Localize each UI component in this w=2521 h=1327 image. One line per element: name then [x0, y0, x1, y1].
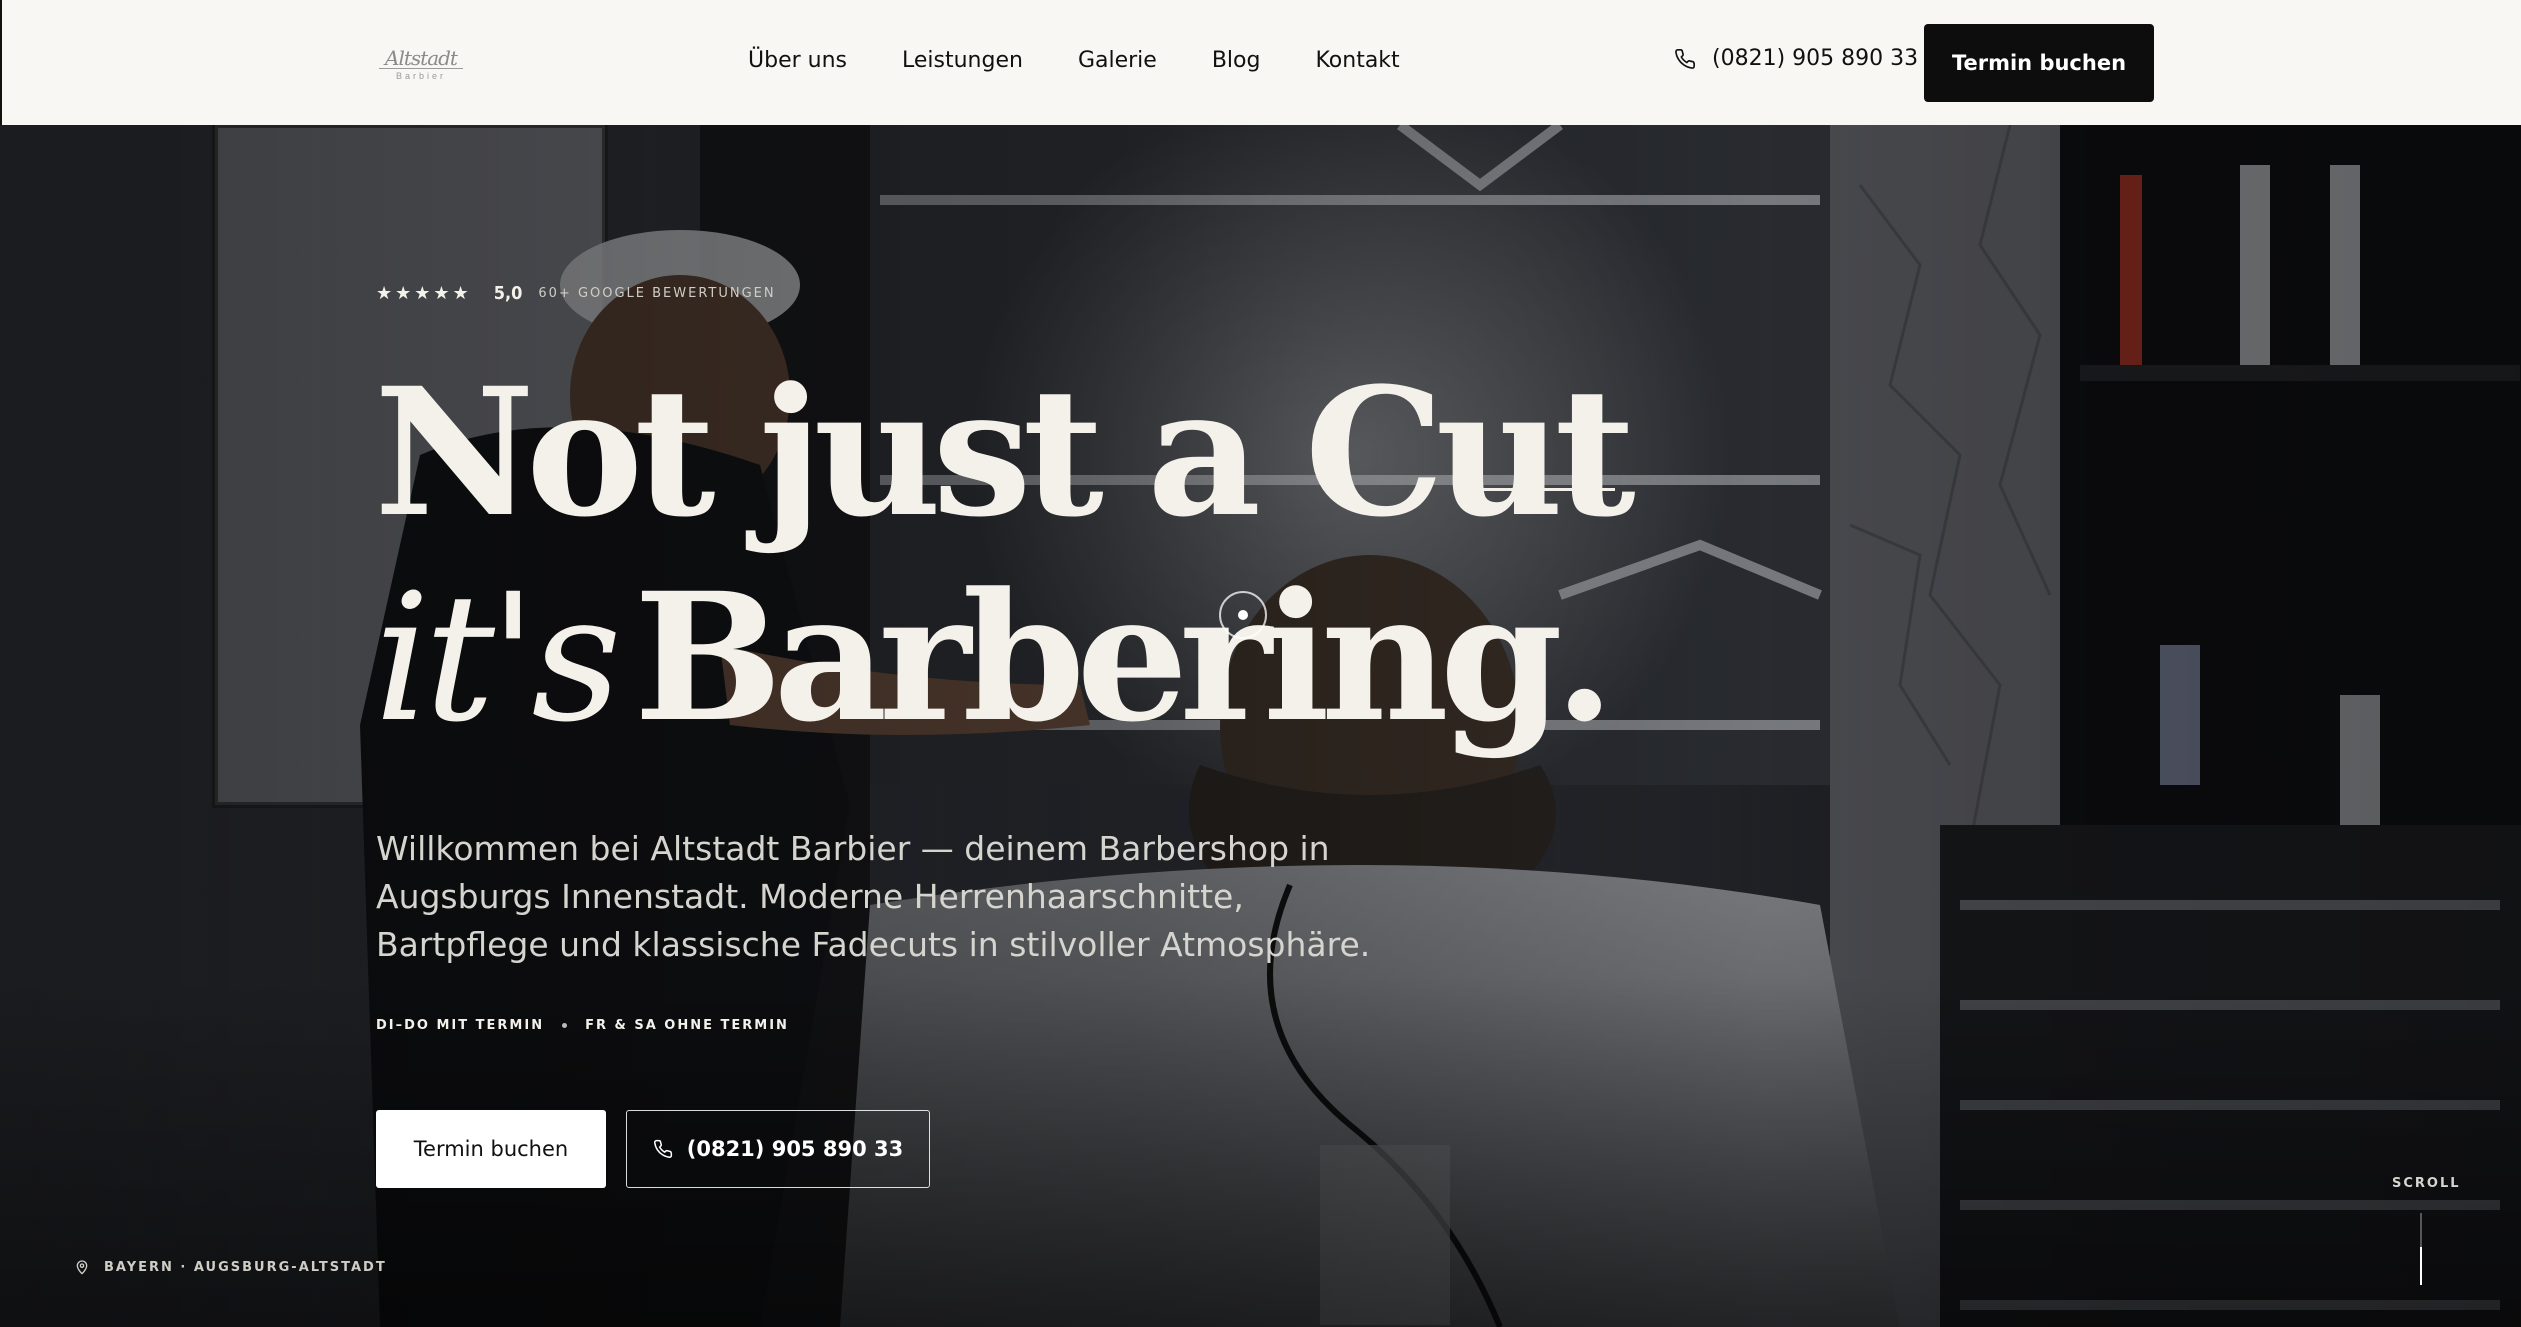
rating-count: 60+ GOOGLE BEWERTUNGEN — [538, 286, 776, 301]
location-text: BAYERN · AUGSBURG-ALTSTADT — [104, 1259, 387, 1275]
nav-item-galerie[interactable]: Galerie — [1078, 48, 1157, 73]
scroll-indicator-label[interactable]: SCROLL — [2392, 1176, 2459, 1191]
logo-divider — [379, 68, 463, 69]
location-pin-icon — [76, 1260, 88, 1275]
opening-info: DI–DO MIT TERMIN FR & SA OHNE TERMIN — [376, 1018, 789, 1033]
hours-weekend: FR & SA OHNE TERMIN — [585, 1018, 789, 1033]
header-phone-link[interactable]: (0821) 905 890 33 — [1674, 46, 1918, 71]
nav-item-leistungen[interactable]: Leistungen — [902, 48, 1023, 73]
nav-item-ueber-uns[interactable]: Über uns — [748, 48, 847, 73]
nav-item-kontakt[interactable]: Kontakt — [1315, 48, 1399, 73]
hero-intro-text: Willkommen bei Altstadt Barbier — deinem… — [376, 829, 1371, 964]
header-phone-number: (0821) 905 890 33 — [1712, 46, 1919, 71]
headline-line-2: it's Barbering. — [374, 570, 1627, 747]
logo-subtitle: Barbier — [395, 71, 446, 81]
scroll-indicator-thumb — [2420, 1247, 2422, 1285]
logo-script: Altstadt — [385, 46, 458, 70]
headline-barbering: Barbering. — [633, 554, 1615, 761]
logo[interactable]: Altstadt Barbier — [379, 46, 463, 84]
headline-line-1: Not just a Cut — [374, 349, 1636, 556]
phone-icon — [653, 1139, 672, 1158]
hero-call-button[interactable]: (0821) 905 890 33 — [626, 1110, 930, 1188]
hero-section: ★★★★★ 5,0 60+ GOOGLE BEWERTUNGEN Not jus… — [0, 125, 2521, 1327]
dot-separator — [562, 1023, 568, 1028]
rating-score: 5,0 — [493, 283, 523, 304]
header-book-button[interactable]: Termin buchen — [1924, 24, 2154, 102]
custom-cursor-dot — [1238, 610, 1248, 620]
headline-italic: it's — [374, 556, 622, 761]
star-icon: ★★★★★ — [376, 283, 472, 303]
site-header: Altstadt Barbier Über uns Leistungen Gal… — [0, 0, 2521, 125]
headline-dash — [1480, 488, 1615, 491]
main-nav: Über uns Leistungen Galerie Blog Kontakt — [748, 48, 1455, 73]
hero-book-button[interactable]: Termin buchen — [376, 1110, 606, 1188]
google-rating: ★★★★★ 5,0 60+ GOOGLE BEWERTUNGEN — [376, 283, 776, 304]
location-label: BAYERN · AUGSBURG-ALTSTADT — [74, 1258, 387, 1276]
hours-weekdays: DI–DO MIT TERMIN — [376, 1018, 545, 1033]
phone-icon — [1675, 48, 1695, 69]
hero-call-label: (0821) 905 890 33 — [686, 1137, 904, 1161]
hero-headline: Not just a Cut it's Barbering. — [374, 349, 1636, 747]
nav-item-blog[interactable]: Blog — [1212, 48, 1261, 73]
